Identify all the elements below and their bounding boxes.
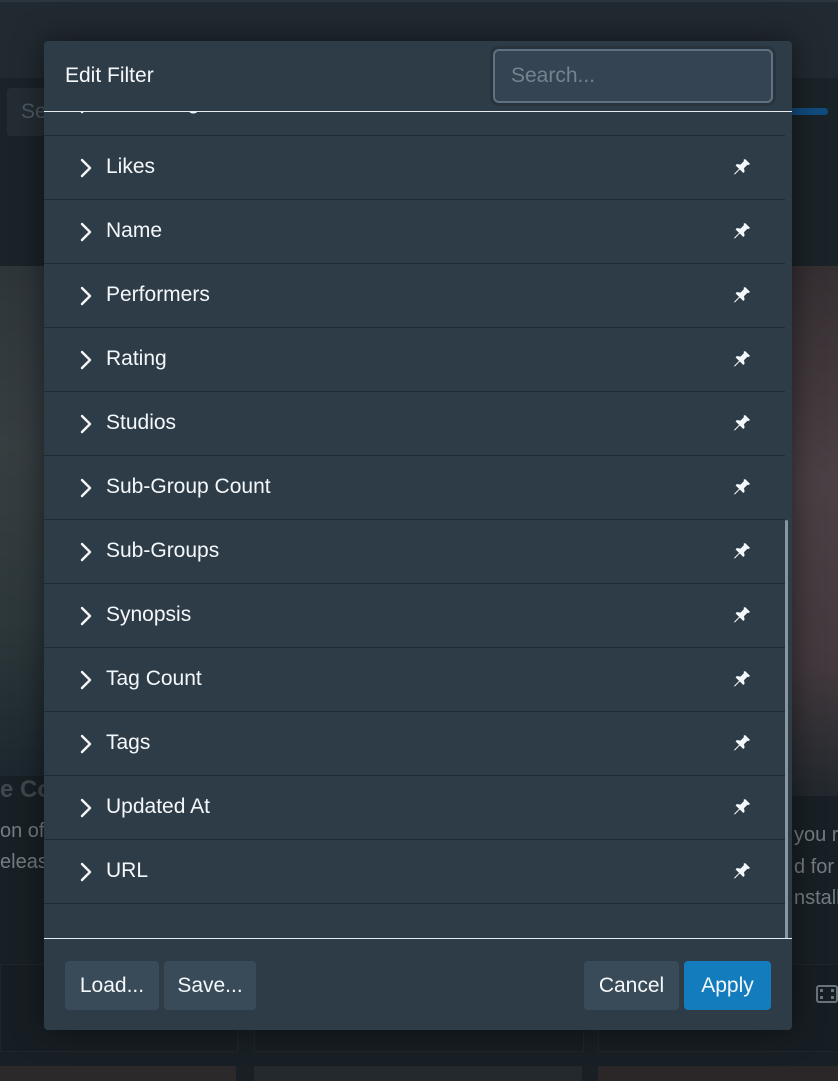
criterion-label: Name	[106, 219, 163, 242]
criterion-row-sub-groups[interactable]: Sub-Groups	[44, 520, 785, 584]
pin-icon[interactable]	[730, 797, 752, 819]
pin-icon[interactable]	[730, 221, 752, 243]
criterion-label: Sub-Group Count	[106, 475, 271, 498]
criterion-label: Updated At	[106, 795, 210, 818]
pin-icon[interactable]	[730, 477, 752, 499]
chevron-right-icon	[80, 606, 92, 626]
dialog-header: Edit Filter	[44, 41, 792, 112]
criterion-row-is-missing[interactable]: Is Missing	[44, 112, 785, 136]
chevron-right-icon	[80, 286, 92, 306]
pin-icon[interactable]	[730, 861, 752, 883]
criteria-list: Is Missing Likes Name Performers Rat	[44, 112, 785, 904]
pin-icon[interactable]	[730, 413, 752, 435]
criterion-row-performers[interactable]: Performers	[44, 264, 785, 328]
criterion-label: Tag Count	[106, 667, 202, 690]
criterion-row-likes[interactable]: Likes	[44, 136, 785, 200]
criterion-row-tag-count[interactable]: Tag Count	[44, 648, 785, 712]
chevron-right-icon	[80, 798, 92, 818]
apply-button[interactable]: Apply	[684, 961, 771, 1010]
criterion-row-name[interactable]: Name	[44, 200, 785, 264]
criterion-label: Is Missing	[106, 112, 199, 115]
criterion-label: Synopsis	[106, 603, 192, 626]
criterion-label: Sub-Groups	[106, 539, 220, 562]
criterion-row-tags[interactable]: Tags	[44, 712, 785, 776]
pin-icon[interactable]	[730, 669, 752, 691]
dialog-footer: Load... Save... Cancel Apply	[44, 938, 792, 1030]
pin-icon[interactable]	[730, 733, 752, 755]
criterion-label: URL	[106, 859, 149, 882]
criterion-label: Rating	[106, 347, 167, 370]
criterion-label: Studios	[106, 411, 177, 434]
criterion-row-studios[interactable]: Studios	[44, 392, 785, 456]
criterion-label: Performers	[106, 283, 210, 306]
scrollbar[interactable]	[785, 520, 788, 938]
criterion-row-synopsis[interactable]: Synopsis	[44, 584, 785, 648]
pin-icon[interactable]	[730, 157, 752, 179]
chevron-right-icon	[80, 734, 92, 754]
criteria-search-input[interactable]	[493, 49, 773, 103]
pin-icon[interactable]	[730, 541, 752, 563]
criterion-row-sub-group-count[interactable]: Sub-Group Count	[44, 456, 785, 520]
criterion-row-updated-at[interactable]: Updated At	[44, 776, 785, 840]
chevron-right-icon	[80, 670, 92, 690]
dialog-title: Edit Filter	[65, 64, 154, 87]
chevron-right-icon	[80, 478, 92, 498]
pin-icon[interactable]	[730, 285, 752, 307]
save-button[interactable]: Save...	[164, 961, 256, 1010]
chevron-right-icon	[80, 112, 84, 114]
pin-icon[interactable]	[730, 349, 752, 371]
chevron-right-icon	[80, 222, 92, 242]
chevron-right-icon	[80, 542, 92, 562]
chevron-right-icon	[80, 414, 92, 434]
criterion-row-rating[interactable]: Rating	[44, 328, 785, 392]
load-button[interactable]: Load...	[65, 961, 159, 1010]
cancel-button[interactable]: Cancel	[584, 961, 679, 1010]
criterion-row-url[interactable]: URL	[44, 840, 785, 904]
criteria-list-container[interactable]: Is Missing Likes Name Performers Rat	[44, 112, 792, 938]
edit-filter-dialog: Edit Filter Is Missing Likes Name Perfo	[44, 41, 792, 1030]
pin-icon[interactable]	[730, 605, 752, 627]
chevron-right-icon	[80, 158, 92, 178]
chevron-right-icon	[80, 862, 92, 882]
criterion-label: Tags	[106, 731, 151, 754]
chevron-right-icon	[80, 350, 92, 370]
criterion-label: Likes	[106, 155, 156, 178]
pin-icon[interactable]	[730, 112, 752, 115]
